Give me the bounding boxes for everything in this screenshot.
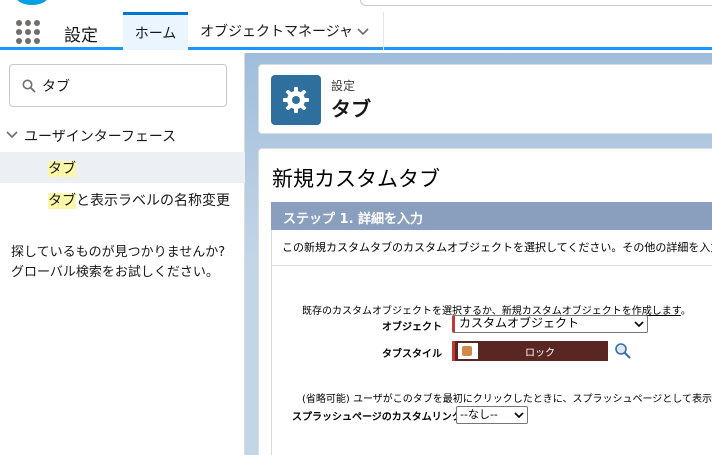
page-header-eyebrow: 設定 — [331, 79, 356, 93]
step-label: ステップ 1. 詳細を入力 — [283, 212, 424, 227]
splash-page-description: (省略可能) ユーザがこのタブを最初にクリックしたときに、スプラッシュページとし… — [302, 394, 712, 405]
search-icon — [22, 79, 36, 93]
main-content-area: 設定 タブ 新規カスタムタブ ステップ 1. 詳細を入力 この新規カスタムタブの… — [245, 53, 712, 455]
salesforce-logo — [17, 0, 47, 5]
object-select-value: カスタムオブジェクト — [459, 316, 580, 330]
top-strip — [0, 0, 712, 9]
sidebar-item-tabs[interactable]: タブ — [0, 152, 245, 183]
step-body: この新規カスタムタブのカスタムオブジェクトを選択してください。その他の詳細を入力… — [271, 230, 712, 455]
app-launcher-icon[interactable] — [16, 20, 40, 44]
quick-find-box[interactable] — [9, 64, 227, 107]
global-search-box[interactable] — [360, 0, 712, 6]
page-header: 設定 タブ — [258, 64, 712, 134]
splash-page-field-label: スプラッシュページのカスタムリンク — [292, 412, 462, 423]
tab-object-manager-label: オブジェクトマネージャ — [200, 24, 354, 40]
gear-icon — [283, 87, 309, 113]
splash-page-select-value: --なし-- — [460, 408, 498, 421]
content-title: 新規カスタムタブ — [272, 167, 440, 191]
sidebar-item-rename-tabs-labels[interactable]: タブと表示ラベルの名称変更 — [0, 184, 245, 214]
setup-sidebar: ユーザインターフェース タブ タブと表示ラベルの名称変更 探しているものが見つか… — [0, 53, 245, 455]
chevron-down-icon — [634, 321, 644, 328]
chevron-down-icon — [514, 412, 524, 419]
content-card: 新規カスタムタブ ステップ 1. 詳細を入力 この新規カスタムタブのカスタムオブ… — [258, 148, 712, 455]
sidebar-item-label: タブ — [48, 158, 76, 178]
app-navigation-bar: 設定 ホーム オブジェクトマネージャ — [0, 9, 712, 50]
step-description: この新規カスタムタブのカスタムオブジェクトを選択してください。その他の詳細を入力… — [282, 241, 712, 254]
instruction-suffix: 。 — [680, 306, 691, 317]
chevron-down-icon[interactable] — [357, 25, 369, 37]
tab-style-value: ロック — [525, 348, 555, 359]
lookup-icon[interactable] — [614, 342, 632, 360]
chevron-down-icon[interactable] — [6, 128, 18, 140]
tab-object-manager[interactable]: オブジェクトマネージャ — [188, 12, 384, 50]
tab-style-field[interactable]: ロック — [452, 341, 608, 361]
setup-page-icon — [271, 75, 321, 125]
lock-icon — [458, 343, 478, 359]
search-match-highlight: タブ — [48, 193, 76, 209]
app-name: 設定 — [64, 26, 98, 46]
sidebar-item-label: タブと表示ラベルの名称変更 — [48, 190, 230, 210]
tab-style-field-label: タブスタイル — [382, 349, 442, 360]
object-field-label: オブジェクト — [382, 322, 442, 333]
splash-page-select[interactable]: --なし-- — [456, 406, 528, 424]
divider — [272, 265, 712, 266]
tree-section-label: ユーザインターフェース — [24, 129, 177, 145]
not-found-message: 探しているものが見つかりませんか? グローバル検索をお試しください。 — [11, 245, 226, 280]
quick-find-input[interactable] — [42, 73, 222, 99]
object-select[interactable]: カスタムオブジェクト — [452, 315, 648, 333]
search-match-highlight: タブ — [48, 161, 76, 177]
sidebar-item-label-rest: と表示ラベルの名称変更 — [76, 193, 230, 209]
page-title: タブ — [331, 97, 371, 121]
tab-home[interactable]: ホーム — [123, 12, 188, 50]
step-header-bar: ステップ 1. 詳細を入力 — [271, 202, 712, 230]
tree-section-user-interface[interactable]: ユーザインターフェース — [0, 123, 245, 147]
